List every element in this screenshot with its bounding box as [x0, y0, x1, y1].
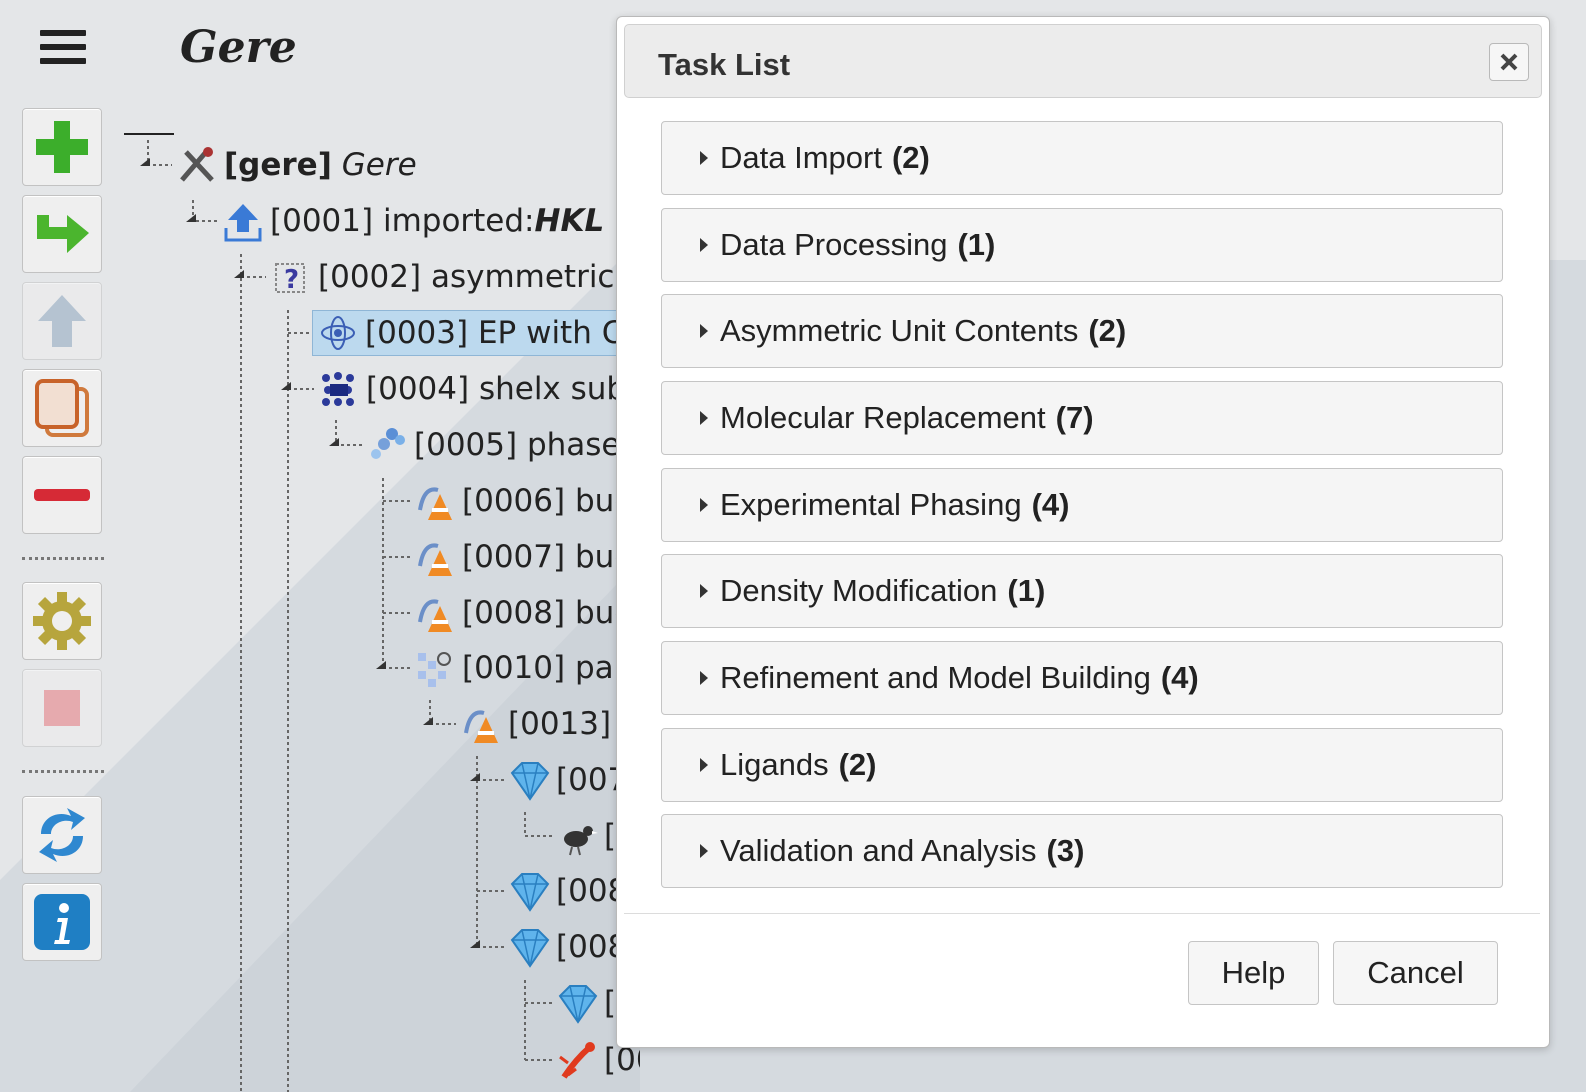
shelx-icon	[322, 372, 354, 406]
project-title: Gere	[180, 22, 297, 73]
tree-node[interactable]: [0001] imported: HKL (7	[222, 199, 640, 243]
section-experimental-phasing[interactable]: Experimental Phasing (4)	[661, 468, 1503, 542]
close-icon	[1500, 53, 1518, 71]
root-tag: [gere]	[224, 147, 332, 183]
section-ligands[interactable]: Ligands (2)	[661, 728, 1503, 802]
section-refinement[interactable]: Refinement and Model Building (4)	[661, 641, 1503, 715]
expand-triangle-icon	[700, 238, 708, 252]
hamburger-menu-icon[interactable]	[40, 30, 86, 70]
tree-node[interactable]: [008	[508, 925, 627, 969]
move-up-button[interactable]	[22, 282, 102, 360]
tree-node[interactable]: [008	[508, 869, 627, 913]
svg-text:?: ?	[284, 265, 299, 295]
tree-node[interactable]: [007	[508, 758, 627, 802]
tree-node[interactable]: [	[556, 814, 616, 858]
tools-icon	[180, 147, 214, 182]
minus-icon	[34, 489, 90, 501]
coot-bird-icon	[564, 826, 598, 856]
tree-node[interactable]: [	[556, 981, 616, 1025]
expand-triangle-icon	[700, 498, 708, 512]
root-name: Gere	[341, 147, 417, 183]
expand-triangle-icon	[700, 151, 708, 165]
gear-icon	[33, 592, 91, 650]
tree-node[interactable]: ? [0002] asymmetric ur	[270, 255, 640, 299]
buccaneer-icon	[418, 543, 452, 576]
arrow-right-icon	[37, 215, 89, 253]
refmac-gem-icon	[510, 929, 550, 968]
section-data-import[interactable]: Data Import (2)	[661, 121, 1503, 195]
buccaneer-icon	[418, 487, 452, 520]
section-validation[interactable]: Validation and Analysis (3)	[661, 814, 1503, 888]
dialog-title: Task List	[658, 47, 791, 82]
section-data-processing[interactable]: Data Processing (1)	[661, 208, 1503, 282]
tree-node[interactable]: [0006] bucc	[414, 479, 640, 523]
cancel-button[interactable]: Cancel	[1333, 941, 1498, 1005]
section-asymmetric-unit[interactable]: Asymmetric Unit Contents (2)	[661, 294, 1503, 368]
dialog-divider	[624, 913, 1540, 914]
tree-node[interactable]: [0005] phaser	[366, 423, 633, 467]
tree-node-selected[interactable]: [0003] EP with Cra	[312, 310, 640, 356]
add-job-button[interactable]	[22, 108, 102, 186]
crank2-icon	[321, 316, 355, 350]
toolbar-divider	[22, 770, 104, 773]
lobster-icon	[559, 1042, 595, 1079]
refresh-button[interactable]	[22, 796, 102, 874]
clone-icon	[35, 379, 89, 437]
tree-node[interactable]: [0007] bucc	[414, 535, 640, 579]
help-button[interactable]: Help	[1188, 941, 1319, 1005]
upload-icon	[224, 204, 262, 242]
clone-button[interactable]	[22, 369, 102, 447]
phaser-icon	[371, 428, 405, 459]
refmac-gem-icon	[510, 762, 550, 801]
buccaneer-icon	[418, 599, 452, 632]
section-density-modification[interactable]: Density Modification (1)	[661, 554, 1503, 628]
delete-button[interactable]	[22, 456, 102, 534]
info-icon	[34, 894, 90, 950]
refresh-icon	[39, 808, 85, 862]
close-button[interactable]	[1489, 43, 1529, 81]
toolbar-divider	[22, 557, 104, 560]
tree-node[interactable]: [0004] shelx subst	[318, 367, 640, 411]
tree-node[interactable]: [0010] parr	[414, 646, 639, 690]
expand-triangle-icon	[700, 671, 708, 685]
expand-triangle-icon	[700, 758, 708, 772]
plus-icon	[36, 121, 88, 173]
buccaneer-icon	[464, 710, 498, 743]
refmac-gem-icon	[510, 873, 550, 912]
settings-button[interactable]	[22, 582, 102, 660]
info-button[interactable]	[22, 883, 102, 961]
expand-triangle-icon	[700, 324, 708, 338]
add-after-button[interactable]	[22, 195, 102, 273]
expand-triangle-icon	[700, 411, 708, 425]
dialog-header: Task List	[624, 24, 1542, 98]
section-molecular-replacement[interactable]: Molecular Replacement (7)	[661, 381, 1503, 455]
tree-node[interactable]: [0008] bucc	[414, 591, 640, 635]
expand-triangle-icon	[700, 844, 708, 858]
refmac-gem-icon	[558, 985, 598, 1024]
arrow-up-icon	[38, 295, 86, 347]
tree-node-root[interactable]: [gere] Gere	[176, 143, 417, 187]
stop-icon	[44, 690, 80, 726]
parrot-icon	[418, 652, 451, 687]
tree-node[interactable]: [0013] b	[460, 702, 640, 746]
stop-button[interactable]	[22, 669, 102, 747]
task-list-dialog: Task List Data Import (2) Data Processing…	[616, 16, 1550, 1048]
question-cube-icon: ?	[275, 263, 305, 295]
expand-triangle-icon	[700, 584, 708, 598]
